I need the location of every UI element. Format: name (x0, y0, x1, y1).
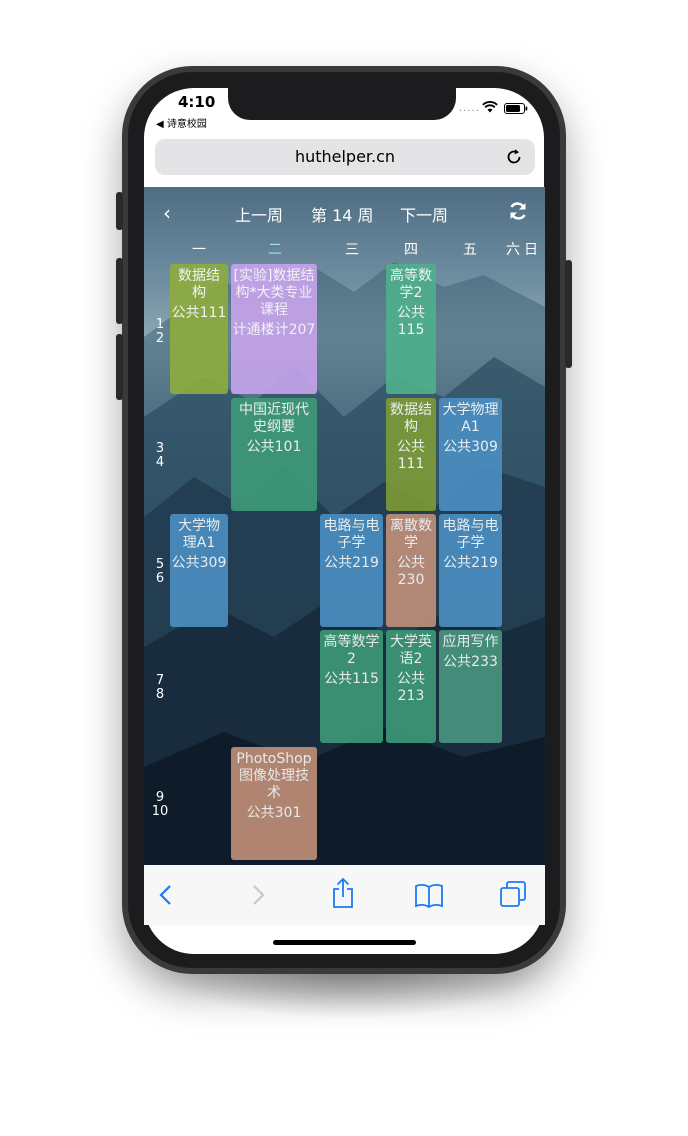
day-fri: 五 (463, 242, 477, 258)
address-bar[interactable]: huthelper.cn (155, 139, 535, 175)
browser-toolbar (144, 865, 545, 925)
day-sun: 日 (524, 242, 538, 258)
day-thu: 四 (404, 242, 418, 258)
course-block[interactable]: 中国近现代史纲要公共101 (231, 398, 317, 511)
course-name: 数据结构 (390, 402, 432, 435)
course-room: 公共213 (397, 671, 425, 704)
course-name: 应用写作 (442, 634, 499, 650)
course-name: 高等数学2 (390, 268, 432, 301)
course-block[interactable]: 大学物理A1 公共309 (439, 398, 502, 511)
course-name: PhotoShop图像处理技术 (236, 751, 312, 801)
course-name: 电路与电子学 (323, 518, 380, 551)
day-wed: 三 (345, 242, 359, 258)
course-room: 公共111 (171, 305, 227, 321)
chevron-right-icon (253, 885, 265, 905)
course-block[interactable]: 数据结构公共111 (386, 398, 436, 511)
refresh-icon[interactable] (507, 200, 529, 222)
back-to-app-link[interactable]: ◀ 诗意校园 (156, 115, 207, 130)
chevron-left-icon[interactable] (158, 883, 174, 907)
course-block[interactable]: 电路与电子学公共219 (439, 514, 502, 627)
course-room: 公共230 (397, 555, 425, 588)
course-room: 公共219 (443, 555, 498, 571)
url-text: huthelper.cn (294, 147, 396, 166)
course-name: 高等数学2 (323, 634, 380, 667)
prev-week-button[interactable]: 上一周 (235, 202, 283, 226)
volume-up-button (116, 258, 123, 324)
course-name: [实验]数据结构*大类专业课程 (233, 268, 315, 318)
course-room: 公共115 (324, 671, 379, 687)
course-name: 大学物理A1 (178, 518, 220, 551)
period-label: 56 (155, 557, 165, 586)
course-name: 电路与电子学 (442, 518, 499, 551)
period-label: 34 (155, 441, 165, 470)
battery-icon (504, 103, 528, 114)
period-label: 9 10 (151, 790, 169, 819)
course-room: 公共111 (397, 439, 425, 472)
reload-icon[interactable] (505, 148, 523, 166)
power-button (565, 260, 572, 368)
status-time: 4:10 (178, 93, 216, 111)
course-name: 大学英语2 (390, 634, 432, 667)
home-indicator (273, 940, 416, 945)
day-mon: 一 (192, 242, 206, 258)
course-room: 公共101 (246, 439, 302, 455)
volume-down-button (116, 334, 123, 400)
mute-switch (116, 192, 123, 230)
course-name: 大学物理A1 (442, 402, 499, 435)
period-label: 78 (155, 673, 165, 702)
course-block[interactable]: 大学英语2 公共213 (386, 630, 436, 743)
day-tue: 二 (268, 242, 282, 258)
share-icon[interactable] (331, 877, 355, 909)
course-room: 公共301 (246, 805, 302, 821)
notch (228, 88, 456, 120)
course-room: 公共309 (443, 439, 498, 455)
course-name: 数据结构 (178, 268, 220, 301)
course-block[interactable]: 应用写作公共233 (439, 630, 502, 743)
back-button[interactable]: ‹ (163, 201, 171, 225)
course-block[interactable]: 高等数学2 公共115 (320, 630, 383, 743)
course-block[interactable]: 大学物理A1 公共309 (170, 514, 228, 627)
course-name: 中国近现代史纲要 (239, 402, 309, 435)
course-block[interactable]: 电路与电子学公共219 (320, 514, 383, 627)
wifi-icon (482, 101, 498, 113)
course-room: 公共309 (171, 555, 227, 571)
tabs-icon[interactable] (499, 880, 527, 908)
signal-dots: ..... (459, 103, 480, 114)
course-room: 公共233 (443, 654, 498, 670)
week-label: 第 14 周 (311, 206, 374, 225)
course-name: 离散数学 (390, 518, 432, 551)
course-block[interactable]: 离散数学公共230 (386, 514, 436, 627)
next-week-button[interactable]: 下一周 (400, 202, 448, 226)
course-room: 公共219 (324, 555, 379, 571)
course-block[interactable]: 数据结构公共111 (170, 264, 228, 394)
course-room: 公共115 (397, 305, 425, 338)
course-block[interactable]: PhotoShop图像处理技术公共301 (231, 747, 317, 860)
course-block[interactable]: 高等数学2 公共115 (386, 264, 436, 394)
period-label: 12 (155, 317, 165, 346)
book-icon[interactable] (414, 883, 444, 909)
course-room: 计通楼计207 (232, 322, 316, 338)
course-block[interactable]: [实验]数据结构*大类专业课程计通楼计207 (231, 264, 317, 394)
